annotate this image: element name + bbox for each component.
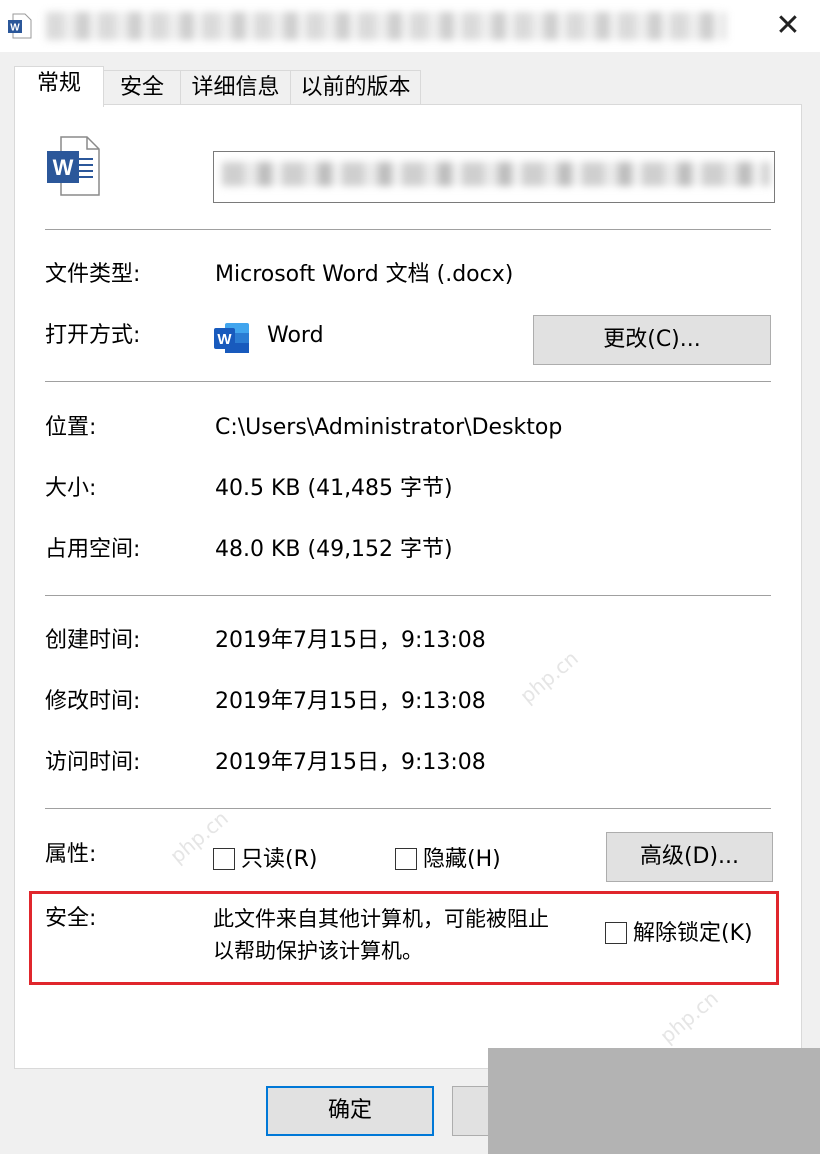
checkbox-box[interactable]	[605, 922, 627, 944]
checkbox-box[interactable]	[213, 848, 235, 870]
modified-label: 修改时间:	[45, 689, 141, 714]
divider	[45, 808, 771, 809]
location-label: 位置:	[45, 415, 97, 440]
security-message-line1: 此文件来自其他计算机，可能被阻止	[213, 907, 549, 931]
created-value: 2019年7月15日，9:13:08	[215, 628, 486, 653]
tab-security[interactable]: 安全	[103, 70, 181, 106]
hidden-checkbox[interactable]: 隐藏(H)	[395, 845, 501, 875]
divider	[45, 381, 771, 382]
general-panel: W 文件类型: Microsoft Word 文档 (.docx) 打开方式: …	[14, 104, 802, 1069]
accessed-label: 访问时间:	[45, 750, 141, 775]
tab-details[interactable]: 详细信息	[180, 70, 291, 106]
word-doc-icon: W	[47, 136, 100, 196]
watermark: php.cn	[655, 985, 723, 1049]
file-name-redacted	[222, 162, 770, 186]
location-value: C:\Users\Administrator\Desktop	[215, 415, 563, 440]
properties-window: W ✕ 常规 安全 详细信息 以前的版本 W 文件类型: Microsoft W…	[0, 0, 820, 1154]
unblock-checkbox[interactable]: 解除锁定(K)	[605, 919, 753, 949]
close-button[interactable]: ✕	[768, 6, 808, 46]
svg-text:W: W	[53, 155, 74, 180]
created-label: 创建时间:	[45, 628, 141, 653]
word-doc-icon: W	[8, 13, 32, 39]
size-value: 40.5 KB (41,485 字节)	[215, 476, 453, 501]
attributes-label: 属性:	[45, 842, 97, 867]
checkbox-box[interactable]	[395, 848, 417, 870]
readonly-label: 只读(R)	[241, 847, 318, 872]
file-name-input[interactable]	[213, 151, 775, 203]
change-button[interactable]: 更改(C)...	[533, 315, 771, 365]
svg-text:W: W	[217, 331, 232, 348]
modified-value: 2019年7月15日，9:13:08	[215, 689, 486, 714]
disk-size-value: 48.0 KB (49,152 字节)	[215, 537, 453, 562]
open-with-value: Word	[267, 323, 324, 348]
tab-general[interactable]: 常规	[14, 66, 104, 107]
ok-button[interactable]: 确定	[266, 1086, 434, 1136]
watermark: php.cn	[515, 645, 583, 709]
window-title-redacted	[46, 12, 726, 40]
security-message-line2: 以帮助保护该计算机。	[213, 939, 423, 963]
file-type-value: Microsoft Word 文档 (.docx)	[215, 262, 514, 287]
tab-previous-versions[interactable]: 以前的版本	[290, 70, 421, 106]
hidden-label: 隐藏(H)	[423, 847, 501, 872]
svg-text:W: W	[10, 23, 20, 34]
unblock-label: 解除锁定(K)	[633, 921, 753, 946]
size-label: 大小:	[45, 476, 97, 501]
open-with-label: 打开方式:	[45, 323, 141, 348]
disk-size-label: 占用空间:	[45, 537, 141, 562]
security-label: 安全:	[45, 906, 97, 931]
readonly-checkbox[interactable]: 只读(R)	[213, 845, 317, 875]
divider	[45, 595, 771, 596]
divider	[45, 229, 771, 230]
file-type-label: 文件类型:	[45, 262, 141, 287]
tab-bar: 常规 安全 详细信息 以前的版本	[0, 66, 820, 107]
occluding-overlay	[488, 1048, 820, 1154]
accessed-value: 2019年7月15日，9:13:08	[215, 750, 486, 775]
title-bar[interactable]: W ✕	[0, 0, 820, 52]
cancel-button[interactable]	[452, 1086, 492, 1136]
advanced-button[interactable]: 高级(D)...	[606, 832, 773, 882]
word-app-icon: W	[214, 323, 249, 353]
